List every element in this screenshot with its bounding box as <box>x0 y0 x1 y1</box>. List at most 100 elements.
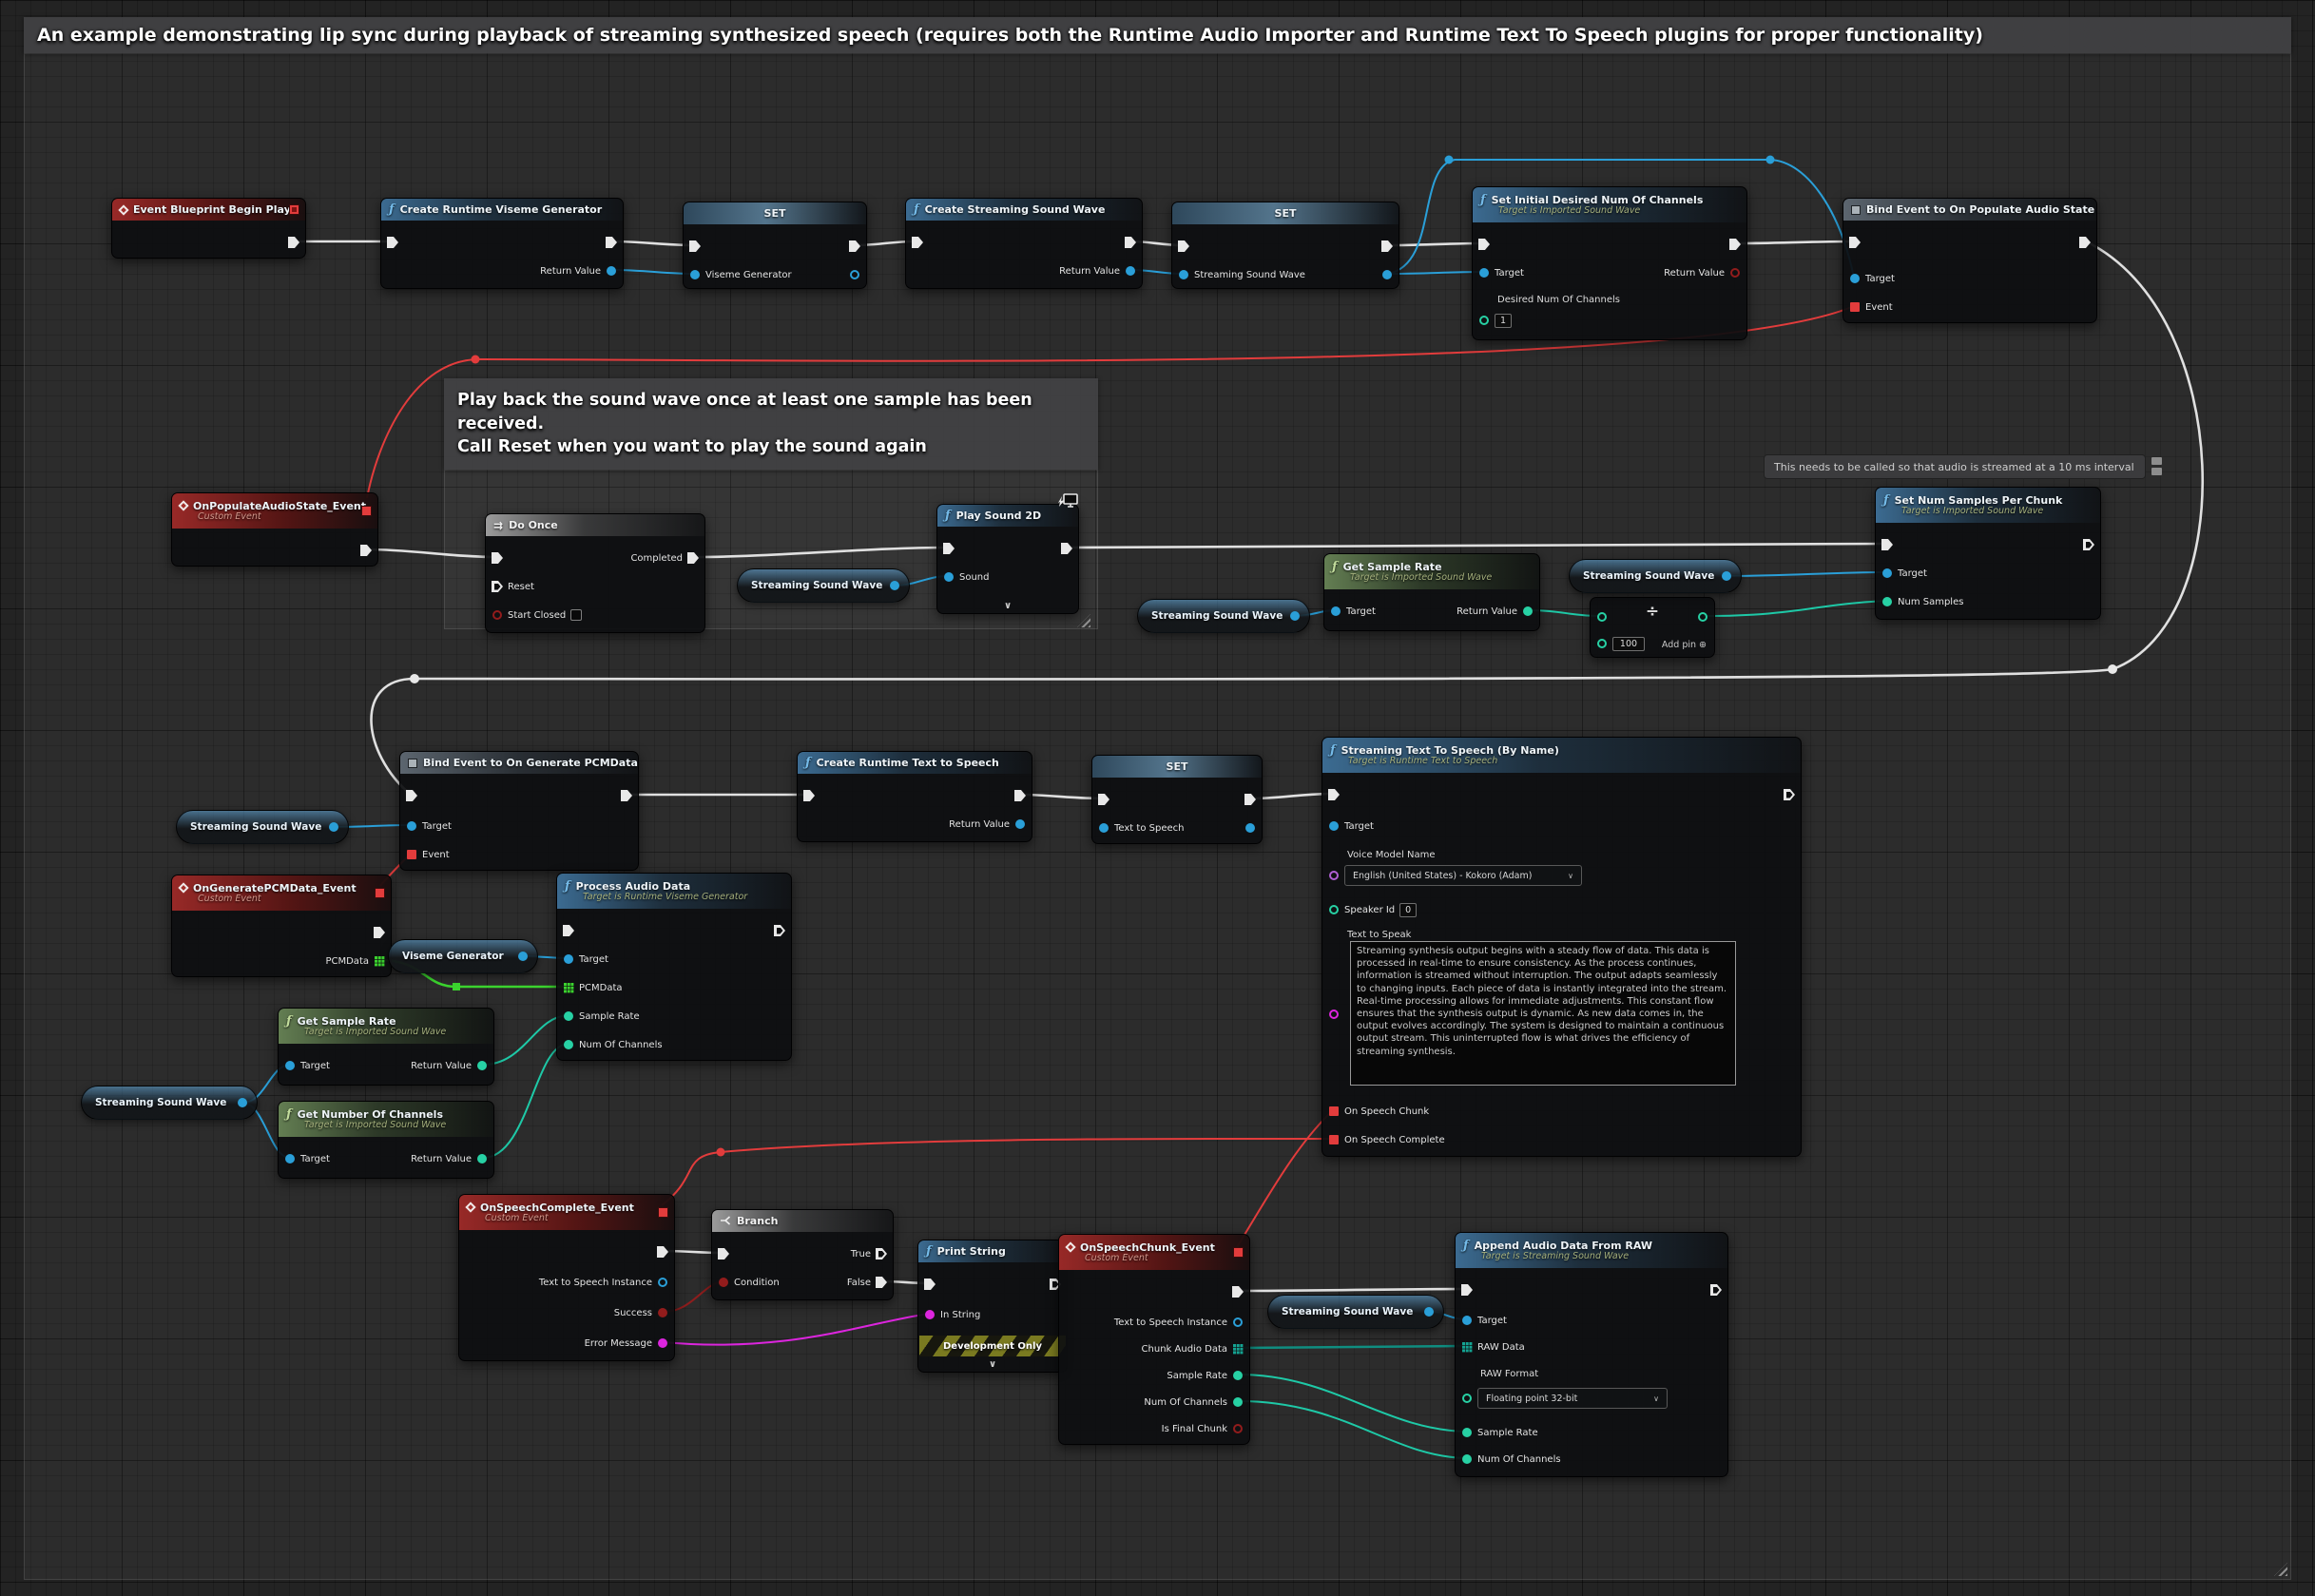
obj-pin-row[interactable] <box>1244 818 1256 837</box>
pin-pin[interactable] <box>360 545 372 556</box>
text-to-speech-instance-pin-row[interactable]: Text to Speech Instance <box>1114 1313 1244 1332</box>
reroute-dot[interactable] <box>410 674 419 683</box>
exec-pin-row[interactable] <box>1784 785 1795 804</box>
get-number-of-channels[interactable]: ƒGet Number Of ChannelsTarget is Importe… <box>278 1101 494 1179</box>
get-sample-rate-2[interactable]: ƒGet Sample RateTarget is Imported Sound… <box>278 1008 494 1086</box>
exec-pin-row[interactable] <box>1178 237 1189 256</box>
on-generate-pcmdata-event-delegate-badge[interactable] <box>375 888 385 898</box>
get-sample-rate-1[interactable]: ƒGet Sample RateTarget is Imported Sound… <box>1323 553 1540 631</box>
exec-pin-row[interactable] <box>1710 1280 1722 1299</box>
reroute-dot[interactable] <box>472 356 480 364</box>
set-initial-desired-num-of-channels-value-box[interactable]: 1 <box>1495 314 1512 328</box>
sample-rate-pin[interactable] <box>563 1010 574 1022</box>
exec-pin-row[interactable] <box>1849 233 1861 252</box>
exec-pin-row[interactable] <box>924 1275 936 1294</box>
sample-rate-pin-row[interactable]: Sample Rate <box>1167 1366 1244 1385</box>
pin-pin[interactable] <box>1098 794 1109 805</box>
return-value-pin[interactable] <box>1125 265 1136 277</box>
completed-pin-row[interactable]: Completed <box>630 548 699 567</box>
obj-pin-row[interactable] <box>1381 265 1393 284</box>
on-speech-chunk-pin[interactable] <box>1328 1106 1340 1117</box>
pin-pin[interactable] <box>718 1248 729 1259</box>
pin-pin[interactable] <box>774 925 785 936</box>
bind-event-to-on-generate-pcmdata[interactable]: Bind Event to On Generate PCMDataTargetE… <box>399 751 639 871</box>
target-pin[interactable] <box>563 953 574 965</box>
set-text-to-speech-header[interactable]: SET <box>1092 756 1262 778</box>
pin-pin[interactable] <box>943 543 955 554</box>
pin-pin[interactable] <box>924 1279 936 1290</box>
target-pin-row[interactable]: Target <box>1478 263 1524 282</box>
pin-pin[interactable] <box>1125 237 1136 248</box>
num-samples-pin[interactable] <box>1881 596 1893 607</box>
string-pin-row[interactable] <box>1328 1005 1340 1024</box>
exec-pin-row[interactable] <box>943 539 955 558</box>
set-initial-desired-num-of-channels[interactable]: ƒSet Initial Desired Num Of ChannelsTarg… <box>1472 186 1747 340</box>
sound-pin[interactable] <box>943 571 955 583</box>
streaming-sound-wave-getter-4[interactable]: Streaming Sound Wave <box>176 810 349 844</box>
pin-pin[interactable] <box>387 237 398 248</box>
pin-pin[interactable] <box>1232 1286 1244 1298</box>
false-pin-row[interactable]: False <box>847 1273 887 1292</box>
exec-pin-row[interactable] <box>387 233 398 252</box>
pin-pin[interactable] <box>1328 1009 1340 1020</box>
return-value-pin[interactable] <box>1014 818 1026 830</box>
speaker-id-pin[interactable] <box>1328 904 1340 915</box>
process-audio-data[interactable]: ƒProcess Audio DataTarget is Runtime Vis… <box>556 873 792 1061</box>
reroute-dot[interactable] <box>1766 156 1775 164</box>
bind-event-to-on-generate-pcmdata-header[interactable]: Bind Event to On Generate PCMData <box>400 752 638 774</box>
event-blueprint-begin-play-delegate-badge[interactable] <box>289 204 299 215</box>
get-number-of-channels-header[interactable]: ƒGet Number Of ChannelsTarget is Importe… <box>279 1102 493 1137</box>
target-pin[interactable] <box>1881 567 1893 579</box>
raw-data-pin-row[interactable]: RAW Data <box>1461 1337 1525 1356</box>
pin-pin[interactable] <box>1244 794 1256 805</box>
pin-pin[interactable] <box>849 240 860 252</box>
pin-pin[interactable] <box>288 237 299 248</box>
exec-pin-row[interactable] <box>1125 233 1136 252</box>
is-final-chunk-pin-row[interactable]: Is Final Chunk <box>1162 1419 1244 1438</box>
return-value-pin[interactable] <box>476 1153 488 1164</box>
return-value-pin[interactable] <box>1729 267 1741 279</box>
exec-pin-row[interactable] <box>1244 790 1256 809</box>
set-streaming-sound-wave[interactable]: SETStreaming Sound Wave <box>1171 202 1399 289</box>
event-pin[interactable] <box>406 849 417 860</box>
text-to-speech-instance-pin[interactable] <box>657 1277 668 1288</box>
num-pin-row[interactable]: 1 <box>1478 311 1512 330</box>
set-initial-desired-num-of-channels-header[interactable]: ƒSet Initial Desired Num Of ChannelsTarg… <box>1473 187 1746 222</box>
append-audio-data-from-raw-header[interactable]: ƒAppend Audio Data From RAWTarget is Str… <box>1456 1233 1727 1268</box>
event-pin-row[interactable]: Event <box>406 845 450 864</box>
viseme-generator-pin[interactable] <box>689 269 701 280</box>
exec-pin-row[interactable] <box>1014 786 1026 805</box>
num-of-channels-pin-row[interactable]: Num Of Channels <box>1144 1393 1244 1412</box>
bind-event-to-on-populate-audio-state[interactable]: Bind Event to On Populate Audio StateTar… <box>1842 198 2097 323</box>
collapse-chevron-icon[interactable]: ∨ <box>918 1358 1067 1371</box>
create-runtime-viseme-generator-header[interactable]: ƒCreate Runtime Viseme Generator <box>381 199 623 221</box>
on-speech-chunk-event-header[interactable]: OnSpeechChunk_EventCustom Event <box>1059 1235 1249 1270</box>
target-pin[interactable] <box>1328 820 1340 832</box>
return-value-pin-row[interactable]: Return Value <box>1059 261 1136 280</box>
text-to-speech-pin[interactable] <box>1098 822 1109 834</box>
start-closed-pin-row[interactable]: Start Closed <box>492 606 582 625</box>
event-pin[interactable] <box>1849 301 1861 313</box>
streaming-text-to-speech-by-name-text-to-speak-input[interactable]: Streaming synthesis output begins with a… <box>1350 941 1736 1086</box>
sound-pin-row[interactable]: Sound <box>943 567 990 586</box>
speaker-id-pin-row[interactable]: Speaker Id0 <box>1328 900 1417 919</box>
obj-pin-row[interactable] <box>849 265 860 284</box>
create-streaming-sound-wave-header[interactable]: ƒCreate Streaming Sound Wave <box>906 199 1142 221</box>
viseme-generator-getter[interactable]: Viseme Generator <box>388 939 538 973</box>
reset-pin[interactable] <box>492 581 503 592</box>
success-pin[interactable] <box>657 1307 668 1318</box>
success-pin-row[interactable]: Success <box>614 1303 668 1322</box>
error-message-pin[interactable] <box>657 1337 668 1349</box>
exec-pin-row[interactable] <box>406 786 417 805</box>
on-speech-complete-event[interactable]: OnSpeechComplete_EventCustom EventText t… <box>458 1194 675 1361</box>
condition-pin[interactable] <box>718 1277 729 1288</box>
pin-pin[interactable] <box>621 790 632 801</box>
pin-pin[interactable] <box>1478 315 1490 326</box>
exec-pin-row[interactable] <box>657 1242 668 1261</box>
target-pin[interactable] <box>284 1153 296 1164</box>
exec-pin-row[interactable] <box>1328 785 1340 804</box>
num-pin-row[interactable]: Floating point 32-bit∨ <box>1461 1389 1668 1408</box>
divide-node-value-box[interactable]: 100 <box>1612 637 1645 651</box>
num-of-channels-pin[interactable] <box>1461 1453 1473 1465</box>
add-pin-button[interactable]: Add pin ⊕ <box>1662 640 1707 650</box>
